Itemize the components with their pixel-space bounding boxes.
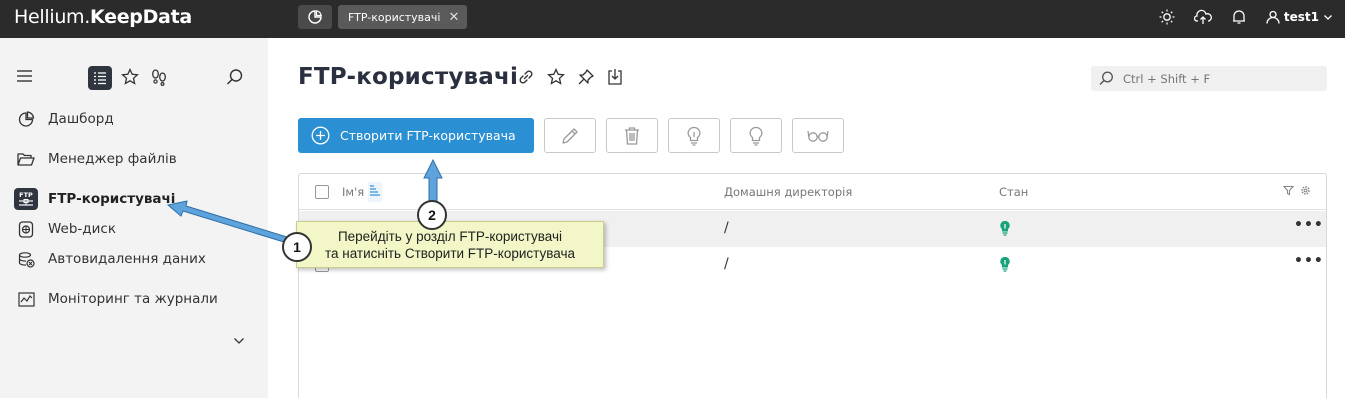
- arrow-to-ftp-users: [166, 200, 301, 247]
- step-2-badge: 2: [417, 200, 447, 230]
- callout-line-2: та натисніть Створити FTP-користувача: [324, 246, 576, 261]
- instruction-callout: Перейдіть у розділ FTP-користувачі та на…: [296, 221, 604, 268]
- step-1-badge: 1: [282, 232, 312, 262]
- annotation-arrows: [166, 158, 443, 247]
- callout-line-1: Перейдіть у розділ FTP-користувачі: [337, 229, 563, 244]
